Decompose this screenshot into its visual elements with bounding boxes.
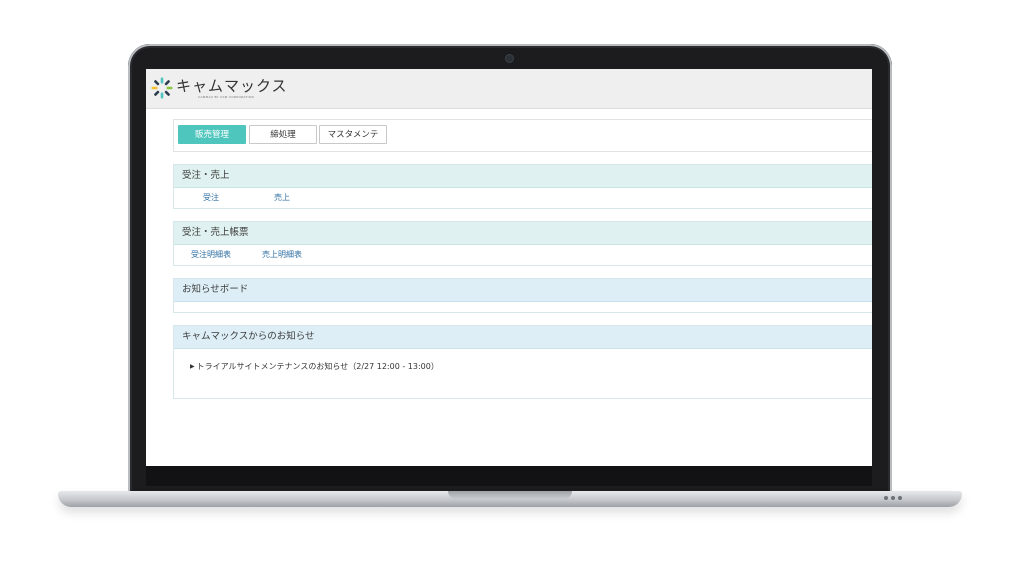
- indicator-lights: [884, 496, 902, 500]
- panel-reports: 受注・売上帳票 受注明細表 売上明細表: [173, 221, 872, 266]
- panel-title: キャムマックスからのお知らせ: [174, 326, 872, 349]
- link-orders[interactable]: 受注: [203, 192, 219, 203]
- panel-orders-sales: 受注・売上 受注 売上: [173, 164, 872, 209]
- logo[interactable]: キャムマックス CAMMAX BY CAM CORPORATION: [151, 77, 288, 99]
- sunburst-logo-icon: [151, 77, 173, 99]
- link-order-detail-report[interactable]: 受注明細表: [191, 249, 231, 260]
- app-header: キャムマックス CAMMAX BY CAM CORPORATION: [146, 69, 872, 109]
- tab-sales-management[interactable]: 販売管理: [178, 125, 246, 144]
- logo-subtext: CAMMAX BY CAM CORPORATION: [198, 95, 255, 99]
- link-sales[interactable]: 売上: [274, 192, 290, 203]
- news-item[interactable]: ▶ トライアルサイトメンテナンスのお知らせ（2/27 12:00 - 13:00）: [190, 361, 439, 372]
- triangle-right-icon: ▶: [190, 363, 195, 370]
- news-item-text: トライアルサイトメンテナンスのお知らせ（2/27 12:00 - 13:00）: [196, 362, 439, 371]
- tab-closing[interactable]: 締処理: [249, 125, 317, 144]
- screen-bezel: [146, 466, 872, 486]
- panel-title: 受注・売上帳票: [174, 222, 872, 245]
- main-content: 販売管理 締処理 マスタメンテ 受注・売上 受注 売上 受注・売上帳票 受注明細…: [173, 119, 872, 399]
- webcam: [506, 55, 513, 62]
- laptop-opening-notch: [448, 491, 572, 499]
- laptop-screen: キャムマックス CAMMAX BY CAM CORPORATION 販売管理 締…: [146, 69, 872, 466]
- link-sales-detail-report[interactable]: 売上明細表: [262, 249, 302, 260]
- panel-title: 受注・売上: [174, 165, 872, 188]
- menu-tab-bar: 販売管理 締処理 マスタメンテ: [173, 119, 872, 152]
- tab-master-maintenance[interactable]: マスタメンテ: [319, 125, 387, 144]
- panel-news: キャムマックスからのお知らせ ▶ トライアルサイトメンテナンスのお知らせ（2/27…: [173, 325, 872, 399]
- logo-text: キャムマックス: [176, 77, 288, 95]
- panel-notice-board: お知らせボード: [173, 278, 872, 313]
- panel-title: お知らせボード: [174, 279, 872, 302]
- laptop-mockup: キャムマックス CAMMAX BY CAM CORPORATION 販売管理 締…: [0, 0, 1020, 574]
